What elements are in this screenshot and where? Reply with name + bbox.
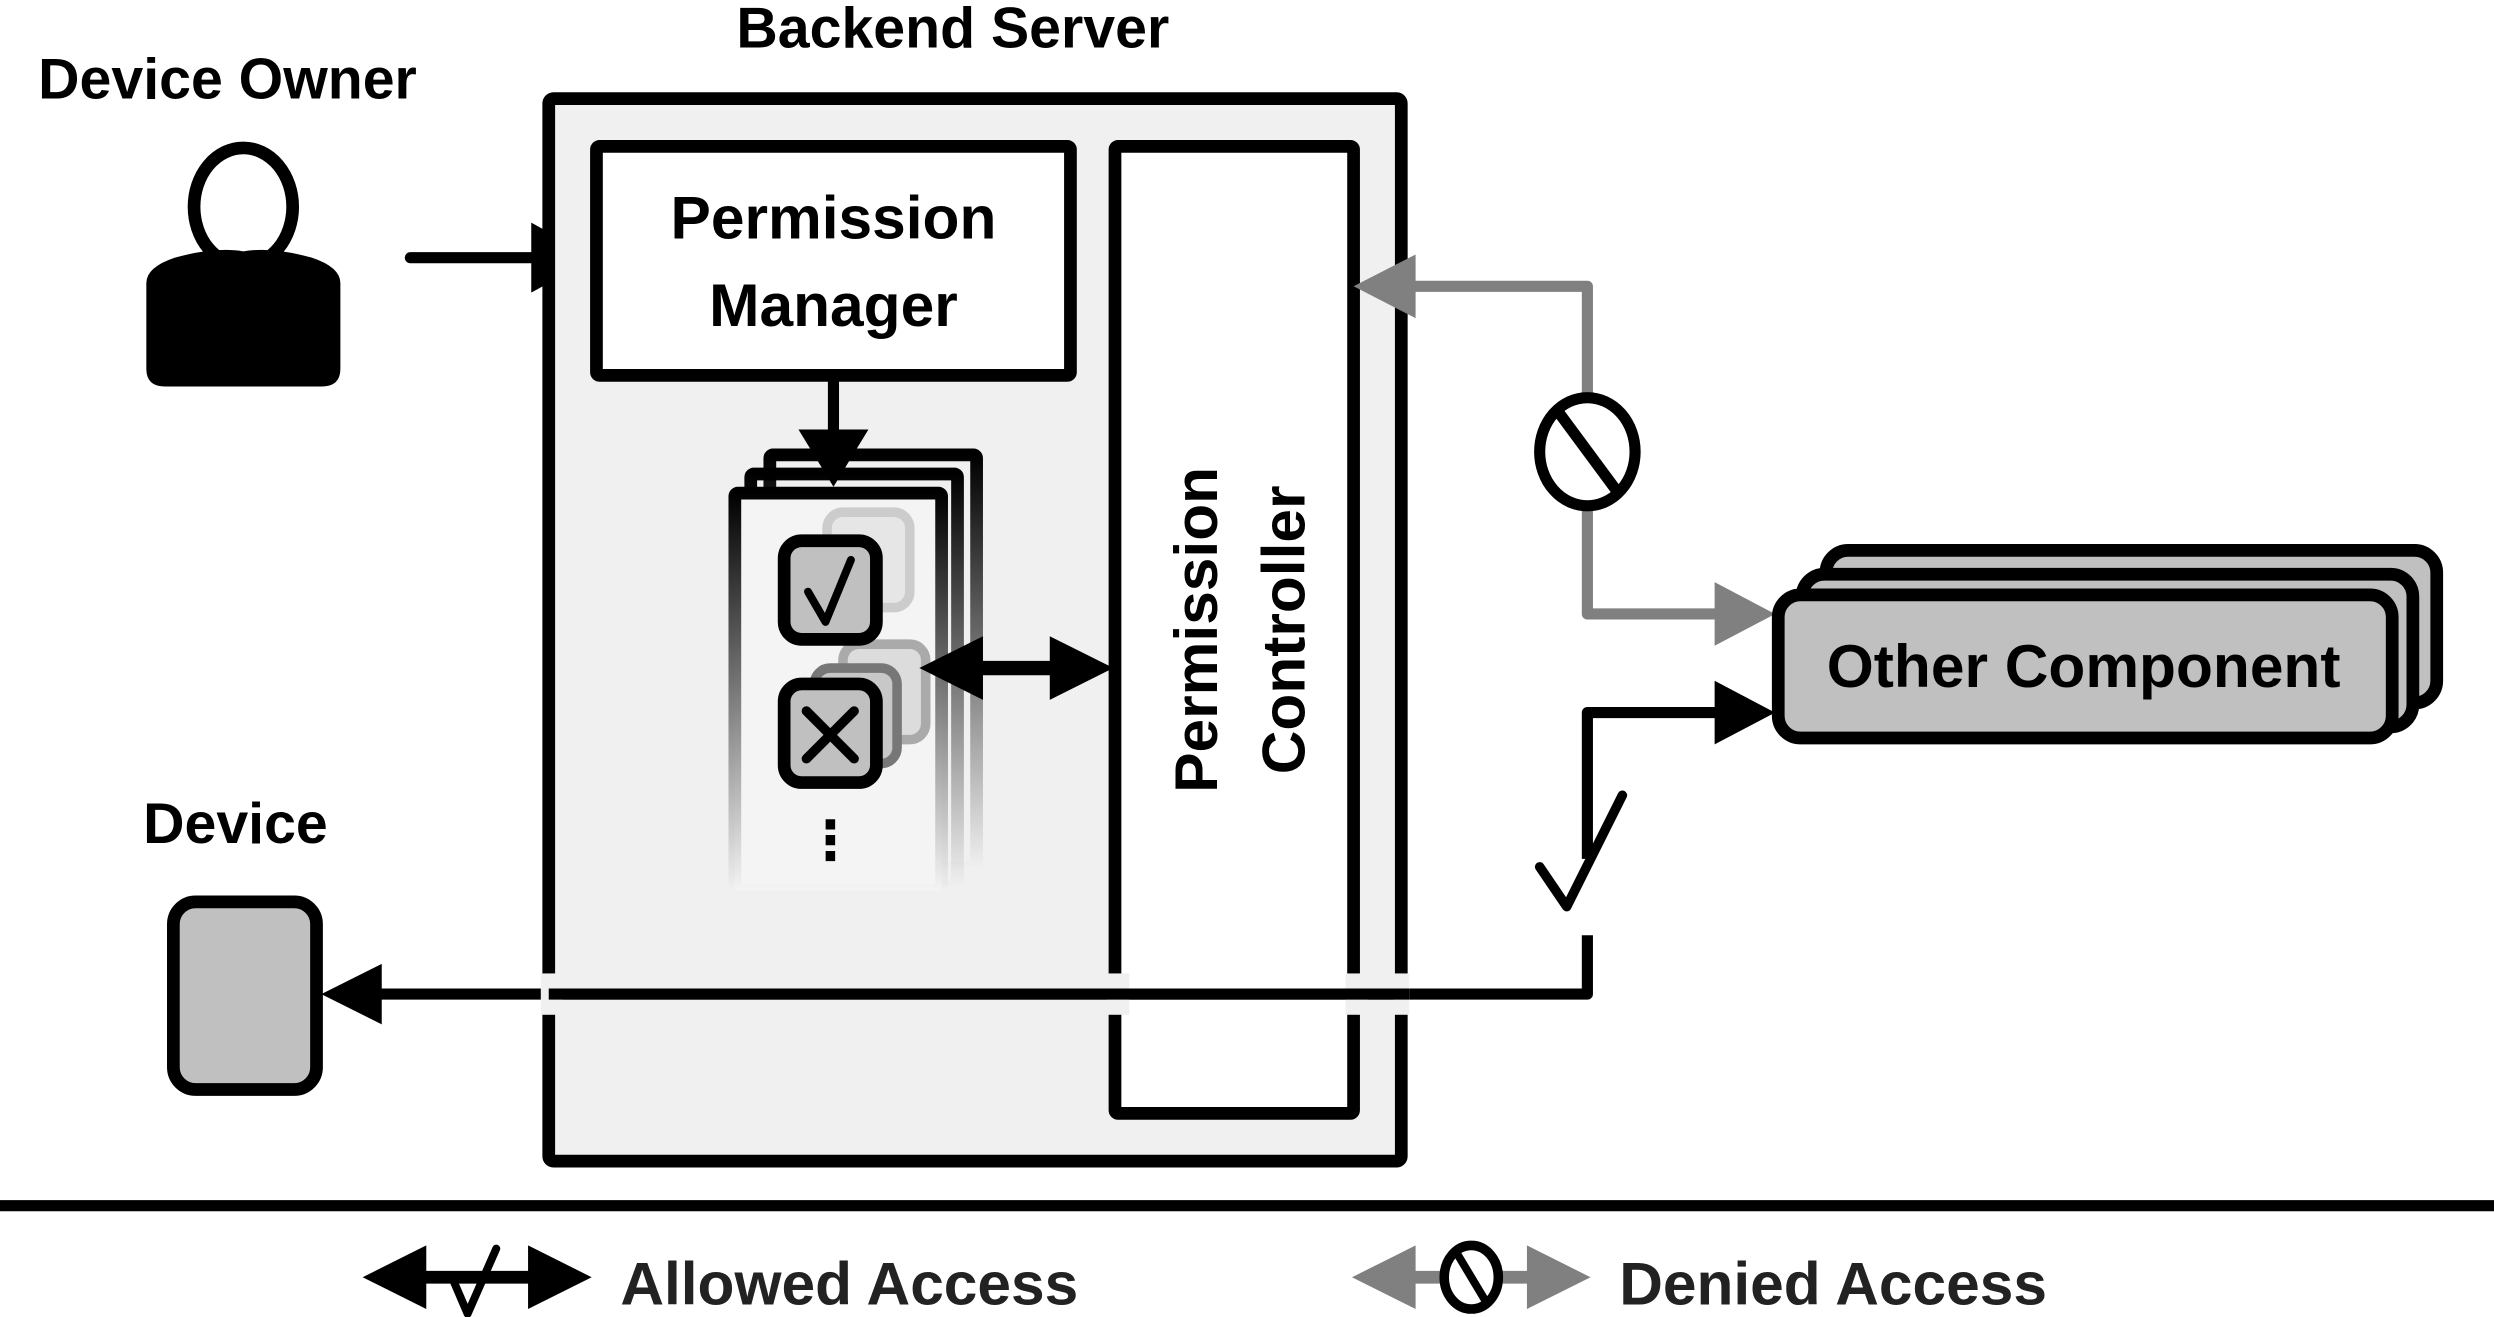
cross-icon (777, 677, 883, 789)
check-icon (1534, 790, 1628, 912)
permission-manager-box: Permission Manager (590, 139, 1077, 382)
device-owner-label: Device Owner (38, 48, 417, 112)
access-control-diagram: Device Owner Backend Server Permission M… (0, 0, 2494, 1317)
legend-allowed-label: Allowed Access (620, 1249, 1078, 1317)
prohibited-icon (1439, 1240, 1504, 1314)
permission-controller-label-1: Permission (1162, 467, 1230, 793)
legend-denied-label: Denied Access (1619, 1249, 2047, 1317)
permission-controller-box: Permission Controller (1108, 139, 1360, 1120)
check-icon (777, 534, 883, 646)
permission-controller-label-2: Controller (1249, 485, 1317, 774)
prohibited-icon (1534, 392, 1641, 512)
denied-access-path (1353, 254, 1776, 646)
permission-manager-label-1: Permission (671, 184, 997, 252)
other-component-stack: Other Component (1771, 543, 2444, 745)
device-box (167, 895, 323, 1096)
permission-manager-label-2: Manager (709, 271, 958, 339)
user-icon (146, 141, 341, 387)
backend-server-label: Backend Server (736, 0, 1169, 61)
legend-denied: Denied Access (1351, 1240, 2047, 1317)
other-component-label: Other Component (1827, 632, 2341, 700)
more-policies-ellipsis: ⋮ (803, 811, 857, 871)
legend-allowed: Allowed Access (362, 1244, 1078, 1317)
device-label: Device (143, 792, 328, 856)
